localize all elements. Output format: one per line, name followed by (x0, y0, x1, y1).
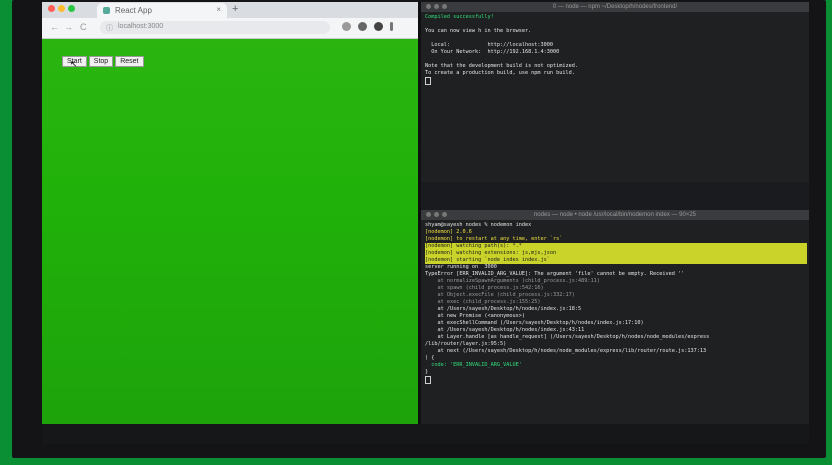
terminal-line: [nodemon] starting `node index index.js` (425, 257, 807, 264)
tab-title: React App (115, 6, 152, 15)
terminal-top-close-icon[interactable] (426, 4, 431, 9)
minimize-window-icon[interactable] (58, 5, 65, 12)
terminal-bottom[interactable]: nodes — node • node /usr/local/bin/nodem… (421, 210, 809, 424)
react-favicon-icon (103, 7, 110, 14)
terminal-cursor (425, 376, 807, 384)
terminal-line: /lib/router/layer.js:95:5) (425, 341, 507, 347)
terminal-cursor (425, 77, 807, 85)
terminal-line: On Your Network: http://192.168.1.4:3000 (425, 49, 560, 55)
site-info-icon[interactable]: ⓘ (106, 23, 113, 33)
terminal-line: shyam@sayesh nodes % nodemon index (425, 222, 532, 228)
terminal-line: code: 'ERR_INVALID_ARG_VALUE' (425, 362, 522, 368)
terminal-bottom-output: shyam@sayesh nodes % nodemon index [nodem… (425, 222, 807, 384)
terminal-line: Local: http://localhost:3000 (425, 42, 554, 48)
cursor-block-icon (425, 77, 431, 85)
terminal-bottom-titlebar: nodes — node • node /usr/local/bin/nodem… (421, 210, 809, 220)
reset-button[interactable]: Reset (115, 56, 144, 67)
browser-toolbar: ← → C ⓘ localhost:3000 (42, 18, 418, 39)
close-window-icon[interactable] (48, 5, 55, 12)
screen-bottom-edge (42, 424, 809, 444)
terminal-line: at /Users/sayesh/Desktop/h/nodes/index.j… (425, 327, 585, 333)
back-button[interactable]: ← (50, 22, 59, 32)
terminal-line: at Layer.handle [as handle_request] (/Us… (425, 334, 710, 340)
url-text[interactable]: localhost:3000 (118, 23, 163, 30)
terminal-line: at exec (child_process.js:155:25) (425, 299, 541, 305)
terminal-bottom-zoom-icon[interactable] (442, 212, 447, 217)
mouse-pointer-icon: ↖ (70, 59, 78, 69)
terminal-bottom-minimize-icon[interactable] (434, 212, 439, 217)
bookmark-star-icon[interactable] (342, 22, 351, 31)
terminal-line: at spawn (child_process.js:542:16) (425, 285, 544, 291)
screen: React App × + ← → C ⓘ localhost:3000 Sta… (42, 2, 809, 444)
terminal-top-output: Compiled successfully! You can now view … (425, 14, 807, 85)
tab-close-icon[interactable]: × (216, 5, 221, 14)
terminal-line: You can now view h in the browser. (425, 28, 532, 34)
extensions-icon[interactable] (358, 22, 367, 31)
forward-button[interactable]: → (64, 22, 73, 32)
reload-button[interactable]: C (80, 22, 87, 32)
terminal-line: server running on 3000 (425, 264, 497, 270)
terminal-line: Compiled successfully! (425, 14, 494, 20)
profile-avatar-icon[interactable] (374, 22, 383, 31)
terminal-line: [nodemon] to restart at any time, enter … (425, 236, 563, 242)
terminal-bottom-title: nodes — node • node /usr/local/bin/nodem… (533, 212, 697, 218)
terminal-line: at next (/Users/sayesh/Desktop/h/nodes/n… (425, 348, 707, 354)
terminal-top-titlebar: 0 — node — npm ~/Desktop/h/nodes/fronten… (421, 2, 809, 12)
terminal-line: at execShellCommand (/Users/sayesh/Deskt… (425, 320, 644, 326)
browser-tab[interactable]: React App × (97, 3, 227, 18)
terminal-line: at normalizeSpawnArguments (child_proces… (425, 278, 600, 284)
terminal-line: at new Promise (<anonymous>) (425, 313, 525, 319)
terminal-line: at Object.execFile (child_process.js:332… (425, 292, 575, 298)
terminal-top-zoom-icon[interactable] (442, 4, 447, 9)
terminal-line: [nodemon] watching extensions: js,mjs,js… (425, 250, 807, 257)
browser-tab-strip: React App × + (42, 2, 418, 18)
terminal-line: at /Users/sayesh/Desktop/h/nodes/index.j… (425, 306, 582, 312)
browser-window: React App × + ← → C ⓘ localhost:3000 Sta… (42, 2, 418, 424)
monitor-bezel: React App × + ← → C ⓘ localhost:3000 Sta… (12, 0, 826, 458)
maximize-window-icon[interactable] (68, 5, 75, 12)
terminal-line: } (425, 369, 429, 375)
terminal-line: Note that the development build is not o… (425, 63, 579, 69)
terminal-line: TypeError [ERR_INVALID_ARG_VALUE]: The a… (425, 271, 685, 277)
terminal-line: [nodemon] 2.0.6 (425, 229, 472, 235)
terminal-line: [nodemon] watching path(s): *.* (425, 243, 807, 250)
stop-button[interactable]: Stop (88, 56, 114, 67)
terminal-top-minimize-icon[interactable] (434, 4, 439, 9)
address-bar[interactable]: ⓘ localhost:3000 (100, 21, 330, 34)
cursor-block-icon (425, 376, 431, 384)
terminal-bottom-close-icon[interactable] (426, 212, 431, 217)
terminal-line: To create a production build, use npm ru… (425, 70, 575, 76)
terminal-top-title: 0 — node — npm ~/Desktop/h/nodes/fronten… (552, 4, 678, 10)
menu-kebab-icon[interactable] (390, 22, 393, 31)
page-content: Start Stop Reset ↖ (42, 39, 418, 424)
new-tab-button[interactable]: + (232, 3, 238, 15)
terminal-line: ) { (425, 355, 435, 361)
terminal-top[interactable]: 0 — node — npm ~/Desktop/h/nodes/fronten… (421, 2, 809, 182)
